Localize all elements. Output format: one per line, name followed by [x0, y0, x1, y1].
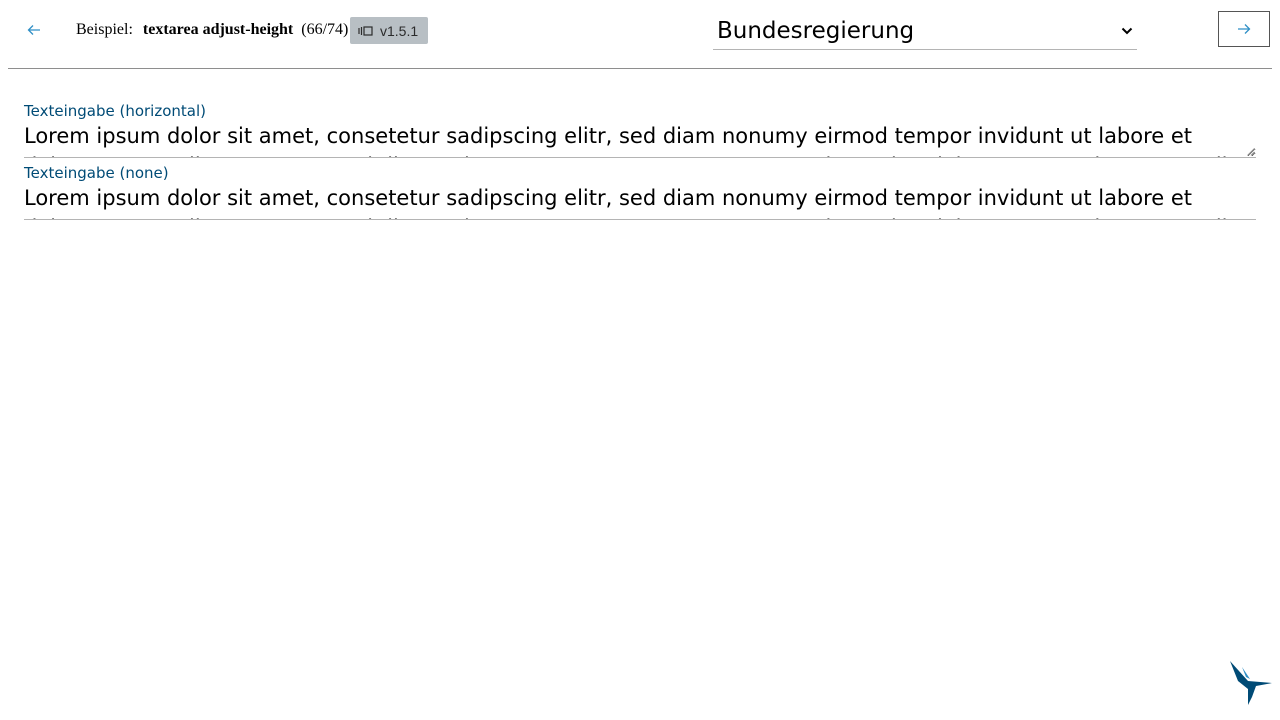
- theme-select[interactable]: Bundesregierung: [713, 12, 1137, 50]
- version-badge[interactable]: v1.5.1: [350, 17, 428, 44]
- example-name: textarea adjust-height: [142, 21, 294, 38]
- chevron-down-icon: [1121, 27, 1133, 34]
- hummingbird-logo: [1230, 661, 1272, 705]
- example-info: Beispiel: textarea adjust-height (66/74): [76, 20, 348, 40]
- textarea-label-horizontal: Texteingabe (horizontal): [24, 102, 206, 120]
- resize-handle-icon[interactable]: [1247, 148, 1255, 156]
- textarea-horizontal[interactable]: Lorem ipsum dolor sit amet, consetetur s…: [24, 121, 1256, 158]
- next-example-button[interactable]: [1218, 11, 1270, 47]
- theme-select-value: Bundesregierung: [717, 17, 915, 44]
- arrow-right-icon: [1238, 24, 1251, 34]
- arrow-left-icon: [27, 25, 40, 35]
- example-prefix: Beispiel:: [76, 21, 133, 38]
- textarea-none[interactable]: Lorem ipsum dolor sit amet, consetetur s…: [24, 183, 1256, 220]
- textarea-label-none: Texteingabe (none): [24, 164, 169, 182]
- example-count: (66/74): [301, 21, 349, 38]
- previous-example-button[interactable]: [22, 18, 46, 42]
- header: Beispiel: textarea adjust-height (66/74)…: [8, 0, 1272, 69]
- component-icon: [358, 25, 373, 36]
- textarea-field-horizontal: Texteingabe (horizontal) Lorem ipsum dol…: [24, 101, 1256, 158]
- version-label: v1.5.1: [380, 22, 419, 39]
- textarea-field-none: Texteingabe (none) Lorem ipsum dolor sit…: [24, 163, 1256, 220]
